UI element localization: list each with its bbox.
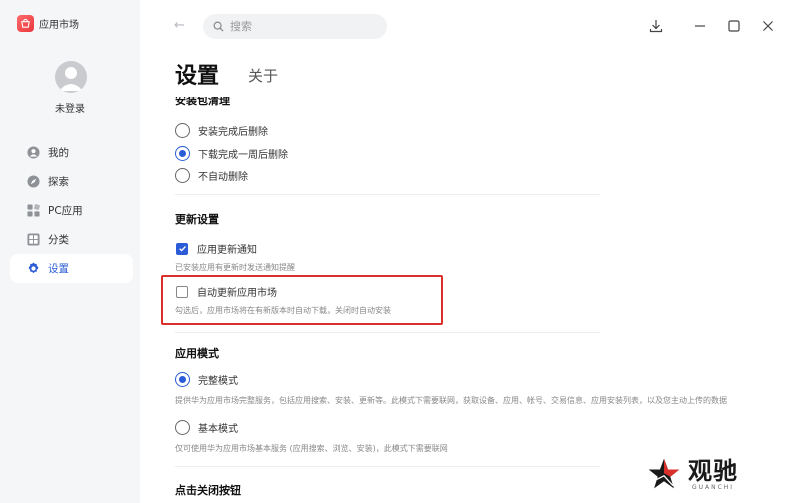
minimize-icon (695, 25, 705, 27)
radio-no-auto-delete[interactable]: 不自动删除 (175, 168, 248, 183)
user-icon (27, 146, 40, 159)
cleanup-title-clip: 安装包清理 (175, 97, 600, 111)
search-input[interactable] (230, 20, 370, 33)
radio-label: 不自动删除 (198, 172, 248, 183)
basic-mode-desc: 仅可使用华为应用市场基本服务 (应用搜索、浏览、安装)，此模式下需要联网 (175, 444, 448, 453)
pc-apps-icon (27, 204, 40, 217)
divider (175, 332, 600, 333)
radio-button[interactable] (175, 372, 190, 387)
settings-gear-icon (27, 262, 40, 275)
app-market-logo-icon (17, 15, 34, 32)
watermark-chinese: 观驰 (688, 456, 738, 485)
radio-button[interactable] (175, 168, 190, 183)
sidebar-item-settings[interactable]: 设置 (10, 254, 133, 283)
update-notify-option[interactable]: 应用更新通知 (176, 241, 257, 256)
search-bar[interactable] (203, 14, 387, 39)
sidebar-item-label: PC应用 (48, 205, 83, 217)
sidebar-item-mine[interactable]: 我的 (10, 138, 133, 167)
app-title: 应用市场 (39, 20, 79, 31)
update-section-title: 更新设置 (175, 213, 219, 226)
radio-delete-after-week[interactable]: 下载完成一周后删除 (175, 146, 288, 161)
minimize-button[interactable] (689, 15, 711, 37)
search-icon (213, 21, 224, 32)
auto-update-label: 自动更新应用市场 (197, 288, 277, 299)
sidebar-item-label: 探索 (48, 176, 69, 188)
sidebar-item-label: 分类 (48, 234, 69, 246)
avatar[interactable] (55, 61, 87, 93)
watermark: 观驰 GUANCHI (646, 456, 738, 492)
auto-update-option[interactable]: 自动更新应用市场 (176, 284, 277, 299)
radio-delete-after-install[interactable]: 安装完成后删除 (175, 123, 268, 138)
highlight-annotation-box (161, 275, 443, 325)
mode-section-title: 应用模式 (175, 347, 219, 360)
close-icon (763, 21, 773, 31)
close-button-section-title: 点击关闭按钮 (175, 484, 241, 497)
category-icon (27, 233, 40, 246)
divider (175, 194, 600, 195)
tab-about[interactable]: 关于 (248, 65, 278, 86)
sidebar-item-pc-apps[interactable]: PC应用 (10, 196, 133, 225)
sidebar-item-category[interactable]: 分类 (10, 225, 133, 254)
radio-button[interactable] (175, 420, 190, 435)
sidebar-item-explore[interactable]: 探索 (10, 167, 133, 196)
sidebar-nav: 我的 探索 PC应用 分类 设置 (10, 138, 133, 283)
radio-full-mode[interactable]: 完整模式 (175, 372, 238, 387)
radio-label: 安装完成后删除 (198, 127, 268, 138)
divider (175, 466, 600, 467)
app-brand: 应用市场 (17, 15, 79, 32)
login-status[interactable]: 未登录 (0, 100, 140, 115)
star-logo-icon (648, 458, 680, 489)
radio-button[interactable] (175, 123, 190, 138)
radio-label: 完整模式 (198, 376, 238, 387)
sidebar: 应用市场 未登录 我的 探索 PC应用 分类 设置 (0, 0, 140, 503)
maximize-button[interactable] (723, 15, 745, 37)
update-notify-desc: 已安装应用有更新时发送通知提醒 (175, 263, 295, 272)
sidebar-item-label: 我的 (48, 147, 69, 159)
sidebar-item-label: 设置 (48, 263, 69, 275)
download-button[interactable] (645, 15, 667, 37)
update-notify-label: 应用更新通知 (197, 245, 257, 256)
radio-label: 下载完成一周后删除 (198, 150, 288, 161)
radio-basic-mode[interactable]: 基本模式 (175, 420, 238, 435)
maximize-icon (728, 20, 740, 32)
radio-button[interactable] (175, 146, 190, 161)
auto-update-desc: 勾选后，应用市场将在有新版本时自动下载，关闭时自动安装 (175, 306, 391, 315)
close-button[interactable] (757, 15, 779, 37)
checkmark-icon (178, 246, 186, 252)
back-arrow-icon[interactable]: ← (174, 18, 185, 33)
radio-label: 基本模式 (198, 424, 238, 435)
update-notify-checkbox[interactable] (176, 242, 188, 255)
full-mode-desc: 提供华为应用市场完整服务，包括应用搜索、安装、更新等。此模式下需要联网，获取设备… (175, 396, 727, 405)
download-icon (649, 20, 663, 33)
cleanup-section-title: 安装包清理 (175, 97, 230, 107)
tab-settings[interactable]: 设置 (175, 58, 219, 90)
auto-update-checkbox[interactable] (176, 285, 188, 298)
explore-icon (27, 175, 40, 188)
watermark-english: GUANCHI (691, 483, 735, 491)
